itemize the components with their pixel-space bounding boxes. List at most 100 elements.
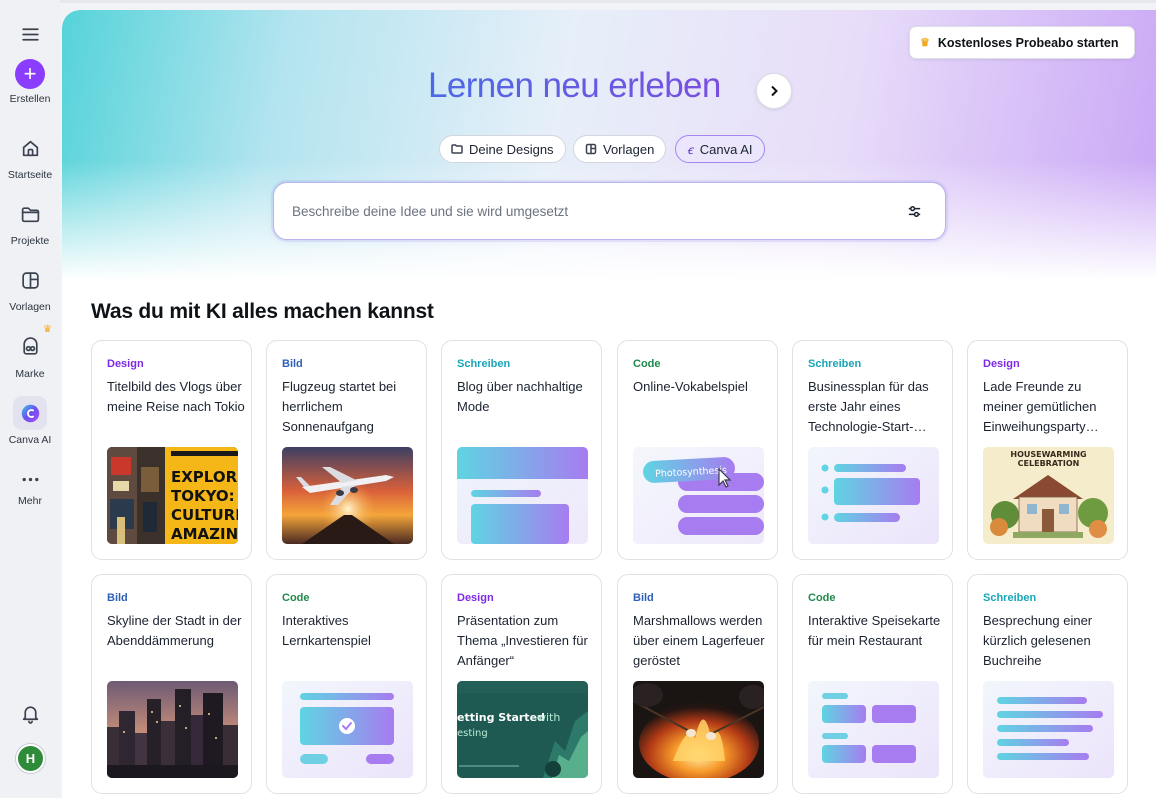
card-thumbnail: etting Started with esting — [457, 681, 588, 778]
card-thumbnail — [282, 681, 413, 778]
tab-your-designs[interactable]: Deine Designs — [439, 135, 566, 163]
sidebar-item-label: Erstellen — [9, 93, 51, 105]
sidebar-item-label: Canva AI — [8, 434, 52, 446]
svg-text:with: with — [537, 711, 560, 724]
idea-card-blog[interactable]: Schreiben Blog über nachhaltige Mode — [441, 340, 602, 560]
app-window: + Erstellen Startseite Projekte Vorlagen… — [0, 0, 1156, 798]
crown-icon: ♛ — [43, 324, 52, 335]
card-category: Code — [282, 592, 310, 604]
top-border — [0, 0, 1156, 3]
sidebar-item-create[interactable]: + Erstellen — [0, 59, 60, 105]
idea-card-book-review[interactable]: Schreiben Besprechung einer kürzlich gel… — [967, 574, 1128, 794]
brand-icon: ♛ — [13, 324, 52, 364]
section-title: Was du mit KI alles machen kannst — [91, 300, 434, 323]
card-thumbnail — [808, 447, 939, 544]
svg-text:EXPLORING: EXPLORING — [171, 468, 238, 486]
tab-canva-ai[interactable]: ꞓ Canva AI — [675, 135, 765, 163]
home-icon — [13, 131, 47, 165]
folder-icon — [13, 197, 47, 231]
idea-card-vlog-cover[interactable]: Design Titelbild des Vlogs über meine Re… — [91, 340, 252, 560]
card-thumbnail — [983, 681, 1114, 778]
menu-icon — [13, 17, 47, 51]
template-icon — [585, 143, 597, 155]
card-category: Bild — [107, 592, 128, 604]
idea-card-business-plan[interactable]: Schreiben Businessplan für das erste Jah… — [792, 340, 953, 560]
tab-templates[interactable]: Vorlagen — [573, 135, 667, 163]
prompt-box — [273, 182, 946, 240]
card-category: Code — [633, 358, 661, 370]
card-text: Besprechung einer kürzlich gelesenen Buc… — [983, 613, 1093, 668]
svg-text:AMAZING: AMAZING — [171, 525, 238, 543]
sidebar-item-projects[interactable]: Projekte — [0, 197, 60, 247]
crown-icon: ♛ — [920, 37, 930, 49]
sidebar: + Erstellen Startseite Projekte Vorlagen… — [0, 0, 60, 798]
canva-ai-icon: ꞓ — [687, 142, 693, 157]
card-thumbnail: Photosynthesis — [633, 447, 764, 544]
plus-icon: + — [15, 59, 45, 89]
card-category: Design — [457, 592, 494, 604]
card-category: Design — [983, 358, 1020, 370]
card-text: Lade Freunde zu meiner gemütlichen Einwe… — [983, 379, 1099, 434]
svg-text:etting Started: etting Started — [457, 711, 545, 724]
notifications-button[interactable] — [0, 696, 60, 730]
settings-sliders-icon[interactable] — [906, 203, 923, 220]
idea-card-flashcards[interactable]: Code Interaktives Lernkartenspiel — [266, 574, 427, 794]
idea-card-marshmallows[interactable]: Bild Marshmallows werden über einem Lage… — [617, 574, 778, 794]
bell-icon — [13, 696, 47, 730]
idea-card-menu[interactable]: Code Interaktive Speisekarte für mein Re… — [792, 574, 953, 794]
sidebar-item-home[interactable]: Startseite — [0, 131, 60, 181]
sidebar-item-label: Marke — [15, 368, 45, 380]
hero-next-button[interactable] — [756, 73, 792, 109]
menu-button[interactable] — [0, 17, 60, 51]
free-trial-label: Kostenloses Probeabo starten — [937, 35, 1119, 50]
idea-card-presentation[interactable]: Design Präsentation zum Thema „Investier… — [441, 574, 602, 794]
free-trial-button[interactable]: ♛ Kostenloses Probeabo starten — [909, 26, 1135, 59]
card-category: Schreiben — [457, 358, 511, 370]
sidebar-item-brand[interactable]: ♛ Marke — [0, 324, 60, 380]
card-category: Schreiben — [983, 592, 1037, 604]
idea-card-housewarming[interactable]: Design Lade Freunde zu meiner gemütliche… — [967, 340, 1128, 560]
card-text: Interaktive Speisekarte für mein Restaur… — [808, 613, 941, 648]
idea-card-skyline[interactable]: Bild Skyline der Stadt in der Abenddämme… — [91, 574, 252, 794]
svg-text:esting: esting — [457, 728, 488, 739]
avatar[interactable]: H — [16, 744, 45, 773]
sidebar-item-label: Vorlagen — [9, 301, 51, 313]
card-thumbnail — [457, 447, 588, 544]
card-text: Businessplan für das erste Jahr eines Te… — [808, 379, 929, 434]
card-category: Code — [808, 592, 836, 604]
prompt-input[interactable] — [292, 203, 872, 219]
card-category: Bild — [282, 358, 303, 370]
card-text: Marshmallows werden über einem Lagerfeue… — [633, 613, 765, 668]
svg-text:TOKYO: FO: TOKYO: FO — [171, 487, 238, 505]
card-thumbnail — [107, 681, 238, 778]
card-text: Interaktives Lernkartenspiel — [282, 613, 371, 648]
card-text: Online-Vokabelspiel — [633, 379, 748, 394]
card-thumbnail — [282, 447, 413, 544]
sidebar-item-more[interactable]: Mehr — [0, 467, 60, 507]
main-content: ♛ Kostenloses Probeabo starten Lernen ne… — [62, 10, 1156, 798]
tab-label: Deine Designs — [469, 141, 554, 157]
tab-label: Vorlagen — [603, 141, 655, 157]
folder-icon — [451, 144, 463, 154]
card-thumbnail: HOUSEWARMING CELEBRATION — [983, 447, 1114, 544]
canva-ai-icon — [13, 396, 47, 430]
sidebar-item-templates[interactable]: Vorlagen — [0, 263, 60, 313]
hero-title: Lernen neu erleben — [428, 66, 721, 105]
sidebar-item-canva-ai[interactable]: Canva AI — [0, 396, 60, 446]
card-text: Flugzeug startet bei herrlichem Sonnenau… — [282, 379, 397, 434]
sidebar-item-label: Startseite — [7, 169, 53, 181]
card-text: Skyline der Stadt in der Abenddämmerung — [107, 613, 242, 648]
card-category: Bild — [633, 592, 654, 604]
svg-text:CELEBRATION: CELEBRATION — [1018, 459, 1080, 468]
template-icon — [13, 263, 47, 297]
card-category: Design — [107, 358, 144, 370]
card-text: Titelbild des Vlogs über meine Reise nac… — [107, 379, 245, 414]
sidebar-item-label: Projekte — [10, 235, 50, 247]
svg-text:CULTURE,: CULTURE, — [171, 506, 238, 524]
chevron-right-icon — [771, 85, 778, 97]
idea-card-vocab-game[interactable]: Code Online-Vokabelspiel Photosynthesis — [617, 340, 778, 560]
svg-text:HOUSEWARMING: HOUSEWARMING — [1010, 450, 1086, 459]
sidebar-item-label: Mehr — [18, 495, 42, 507]
idea-card-airplane[interactable]: Bild Flugzeug startet bei herrlichem Son… — [266, 340, 427, 560]
more-icon — [13, 467, 47, 491]
